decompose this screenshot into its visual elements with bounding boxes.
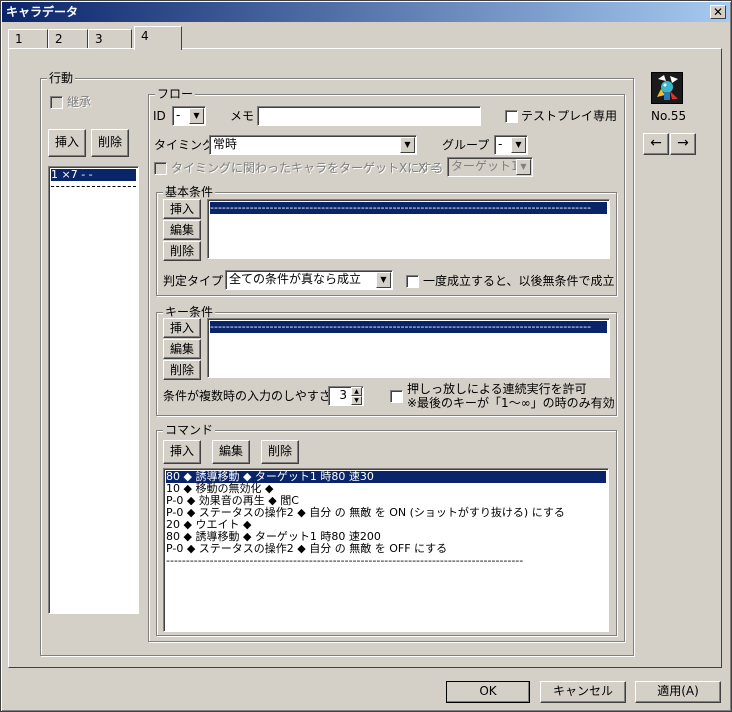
apply-button[interactable]: 適用(A) — [635, 681, 721, 703]
basic-delete-button[interactable]: 削除 — [163, 241, 201, 261]
tab-label: 4 — [141, 29, 149, 43]
list-item[interactable]: ----------------------------------------… — [210, 321, 607, 333]
x-value: ターゲット1 — [451, 159, 519, 173]
action-group-label: 行動 — [47, 71, 76, 85]
key-condition-list[interactable]: ----------------------------------------… — [207, 318, 610, 378]
testplay-label: テストプレイ専用 — [521, 109, 618, 123]
ease-label: 条件が複数時の入力のしやすさ — [163, 389, 331, 403]
chevron-down-icon: ▼ — [189, 108, 204, 124]
x-select[interactable]: ターゲット1 ▼ — [447, 157, 533, 177]
chevron-down-icon: ▼ — [376, 272, 391, 288]
judge-type-value: 全ての条件が真なら成立 — [229, 272, 362, 286]
id-select[interactable]: - ▼ — [172, 106, 206, 126]
hold-label: 押しっ放しによる連続実行を許可 — [407, 382, 587, 396]
character-number: No.55 — [651, 109, 687, 123]
command-delete-button[interactable]: 削除 — [261, 440, 299, 464]
basic-group-label: 基本条件 — [163, 185, 216, 199]
next-character-button[interactable]: → — [670, 133, 696, 155]
command-insert-button[interactable]: 挿入 — [163, 440, 201, 464]
key-edit-button[interactable]: 編集 — [163, 339, 201, 359]
timing-label: タイミング — [154, 138, 215, 152]
memo-input[interactable] — [257, 106, 481, 126]
target-checkbox[interactable] — [154, 162, 167, 175]
list-item[interactable]: P-0 ◆ ステータスの操作2 ◆ 自分 の 無敵 を OFF にする — [166, 543, 606, 555]
action-insert-button[interactable]: 挿入 — [48, 129, 86, 157]
action-delete-button[interactable]: 削除 — [91, 129, 129, 157]
tab-3[interactable]: 3 — [88, 29, 132, 49]
tab-1[interactable]: 1 — [8, 29, 48, 49]
ease-value: 3 — [339, 388, 347, 402]
once-label: 一度成立すると、以後無条件で成立 — [423, 274, 615, 288]
flow-group-label: フロー — [155, 87, 196, 101]
group-select[interactable]: - ▼ — [494, 135, 528, 155]
chevron-down-icon: ▼ — [516, 159, 531, 175]
tab-2[interactable]: 2 — [48, 29, 88, 49]
basic-insert-button[interactable]: 挿入 — [163, 199, 201, 219]
list-item[interactable]: ----------------------------------------… — [166, 555, 606, 567]
id-value: - — [176, 108, 181, 122]
chevron-down-icon: ▼ — [400, 137, 415, 153]
list-item[interactable]: ----------------------------------------… — [210, 202, 607, 214]
basic-edit-button[interactable]: 編集 — [163, 220, 201, 240]
character-sprite-svg — [652, 73, 682, 103]
close-icon[interactable]: ✕ — [710, 5, 726, 19]
command-edit-button[interactable]: 編集 — [212, 440, 250, 464]
command-group-label: コマンド — [163, 423, 216, 437]
hold-note: ※最後のキーが「1～∞」の時のみ有効 — [407, 396, 615, 410]
list-end-line — [51, 186, 136, 187]
list-item[interactable]: 1 ×7 - - — [51, 169, 136, 181]
x-label: X = — [418, 161, 441, 175]
cancel-button[interactable]: キャンセル — [540, 681, 626, 703]
tab-label: 2 — [55, 32, 63, 46]
hold-checkbox[interactable] — [390, 390, 403, 403]
key-group-label: キー条件 — [163, 305, 216, 319]
judge-type-select[interactable]: 全ての条件が真なら成立 ▼ — [225, 270, 393, 290]
basic-condition-list[interactable]: ----------------------------------------… — [207, 199, 610, 259]
timing-value: 常時 — [213, 137, 238, 151]
action-list[interactable]: 1 ×7 - - — [48, 166, 139, 614]
tab-4[interactable]: 4 — [134, 26, 182, 50]
inherit-label: 継承 — [67, 95, 92, 109]
tab-label: 3 — [95, 32, 103, 46]
prev-character-button[interactable]: ← — [643, 133, 669, 155]
inherit-checkbox[interactable] — [50, 96, 63, 109]
chevron-down-icon: ▼ — [511, 137, 526, 153]
judge-type-label: 判定タイプ — [163, 274, 224, 288]
character-sprite-icon — [651, 72, 683, 104]
target-label: タイミングに関わったキャラをターゲットXにする — [171, 161, 444, 175]
testplay-checkbox[interactable] — [505, 110, 518, 123]
spin-down-icon[interactable]: ▼ — [351, 396, 362, 405]
once-checkbox[interactable] — [406, 275, 419, 288]
command-list[interactable]: 80 ◆ 誘導移動 ◆ ターゲット1 時80 速30 10 ◆ 移動の無効化 ◆… — [163, 468, 609, 632]
group-value: - — [498, 137, 503, 151]
spin-up-icon[interactable]: ▲ — [351, 387, 362, 396]
window-title: キャラデータ — [6, 5, 79, 19]
id-label: ID — [153, 109, 166, 123]
memo-label: メモ — [230, 109, 255, 123]
ok-button[interactable]: OK — [446, 681, 530, 703]
group-field-label: グループ — [442, 138, 490, 152]
tab-label: 1 — [15, 32, 23, 46]
timing-select[interactable]: 常時 ▼ — [209, 135, 417, 155]
key-delete-button[interactable]: 削除 — [163, 360, 201, 380]
title-bar: キャラデータ ✕ — [2, 2, 730, 22]
key-insert-button[interactable]: 挿入 — [163, 318, 201, 338]
